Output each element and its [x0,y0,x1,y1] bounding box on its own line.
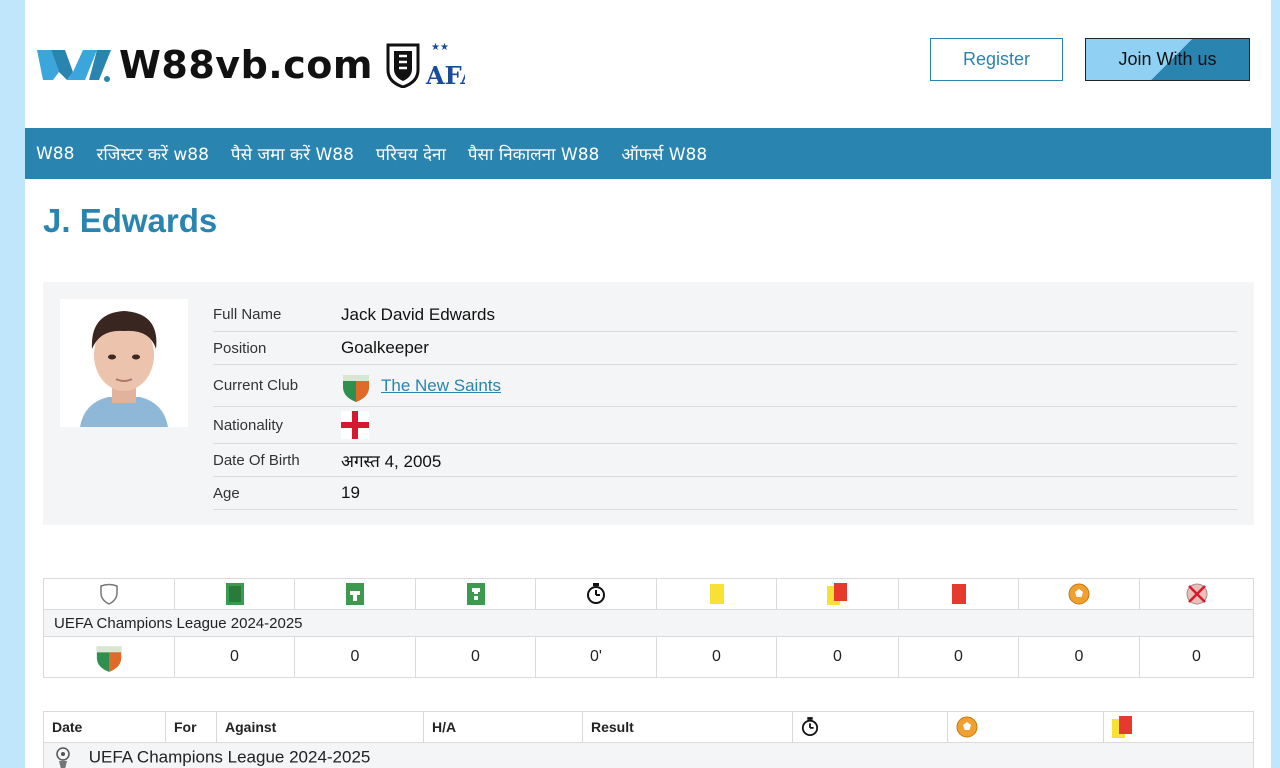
site-header: W88vb.com ★★ AFA Register Join With us [25,0,1271,128]
stat-goals: 0 [1018,636,1140,678]
col-for: For [165,711,217,743]
stats-table: UEFA Champions League 2024-2025 0 0 0 0'… [43,578,1254,678]
nav-item-offers[interactable]: ऑफर्स W88 [621,142,707,165]
site-logo[interactable]: W88vb.com ★★ AFA [37,40,465,90]
own-goal-icon [1186,583,1207,605]
stat-substitute: 0 [415,636,536,678]
stopwatch-icon [587,583,605,604]
the-new-saints-crest-icon [96,646,122,672]
nav-item-w88[interactable]: W88 [36,144,74,164]
stopwatch-icon [801,717,819,736]
stats-icon-row [43,578,1254,610]
info-label: Nationality [213,416,284,434]
stat-yellow-cards: 0 [656,636,777,678]
matches-group-label: UEFA Champions League 2024-2025 [88,747,371,767]
info-value: The New Saints [341,369,501,403]
current-club-link[interactable]: The New Saints [381,376,501,396]
info-value: Jack David Edwards [341,304,496,324]
substitute-icon [466,583,485,605]
stat-yellow-red-cards: 0 [776,636,899,678]
player-profile: Full Name Jack David Edwards Position Go… [43,282,1254,525]
stat-own-goals: 0 [1139,636,1254,678]
stat-lineups: 0 [294,636,416,678]
info-row-age: Age 19 [213,477,1237,510]
yellow-red-card-icon [826,583,847,605]
champions-league-icon [56,747,70,768]
site-name: W88vb.com [119,43,373,87]
svg-text:★★: ★★ [431,42,449,53]
yellow-red-card-icon [1112,716,1132,738]
shield-icon [100,583,118,605]
player-photo [60,299,188,427]
stats-value-row: 0 0 0 0' 0 0 0 0 0 [43,636,1254,678]
info-value: अगस्त 4, 2005 [341,451,442,471]
nav-item-introduction[interactable]: परिचय देना [376,142,446,165]
goal-ball-icon [956,716,978,738]
info-label: Full Name [213,306,282,323]
player-portrait-icon [80,311,168,427]
info-row-nationality: Nationality [213,407,1237,444]
info-label: Position [213,339,267,357]
matches-group-row: UEFA Champions League 2024-2025 [43,742,1254,768]
join-button[interactable]: Join With us [1085,38,1250,81]
stat-red-cards: 0 [898,636,1019,678]
info-value: 19 [341,483,360,502]
england-flag-icon [341,411,369,439]
register-button[interactable]: Register [930,38,1063,81]
fulham-crest-icon [386,43,420,88]
stat-appearances: 0 [174,636,295,678]
info-value [341,411,369,439]
info-row-position: Position Goalkeeper [213,332,1237,365]
w88-logo-icon [37,50,111,82]
afa-badge-icon: ★★ AFA [425,42,465,90]
page: W88vb.com ★★ AFA Register Join With us W… [25,0,1271,768]
nav-item-deposit[interactable]: पैसे जमा करें W88 [231,142,354,165]
col-result: Result [582,711,793,743]
yellow-card-icon [709,584,724,604]
red-card-icon [951,584,966,604]
info-row-full-name: Full Name Jack David Edwards [213,298,1237,332]
matches-table: Date For Against H/A Result UEFA Champio… [43,711,1254,768]
goal-ball-icon [1068,583,1090,605]
info-row-date-of-birth: Date Of Birth अगस्त 4, 2005 [213,444,1237,477]
info-label: Age [213,484,240,502]
stat-minutes: 0' [535,636,657,678]
player-info: Full Name Jack David Edwards Position Go… [213,298,1237,510]
appearances-icon [225,583,244,605]
main-nav: W88 रजिस्टर करें w88 पैसे जमा करें W88 प… [25,128,1271,179]
matches-header-row: Date For Against H/A Result [43,711,1254,743]
col-date: Date [43,711,166,743]
page-title: J. Edwards [43,202,218,239]
info-label: Date Of Birth [213,451,300,469]
stats-league-name: UEFA Champions League 2024-2025 [43,609,1254,637]
col-home-away: H/A [423,711,583,743]
info-row-current-club: Current Club The New Saints [213,365,1237,407]
stats-league-row: UEFA Champions League 2024-2025 [43,609,1254,637]
svg-text:AFA: AFA [425,61,465,90]
info-value: Goalkeeper [341,338,429,357]
the-new-saints-crest-icon [343,374,369,402]
nav-item-register[interactable]: रजिस्टर करें w88 [96,142,208,165]
nav-item-withdraw[interactable]: पैसा निकालना W88 [468,142,599,165]
info-label: Current Club [213,377,299,394]
lineups-icon [346,583,364,605]
col-against: Against [216,711,424,743]
